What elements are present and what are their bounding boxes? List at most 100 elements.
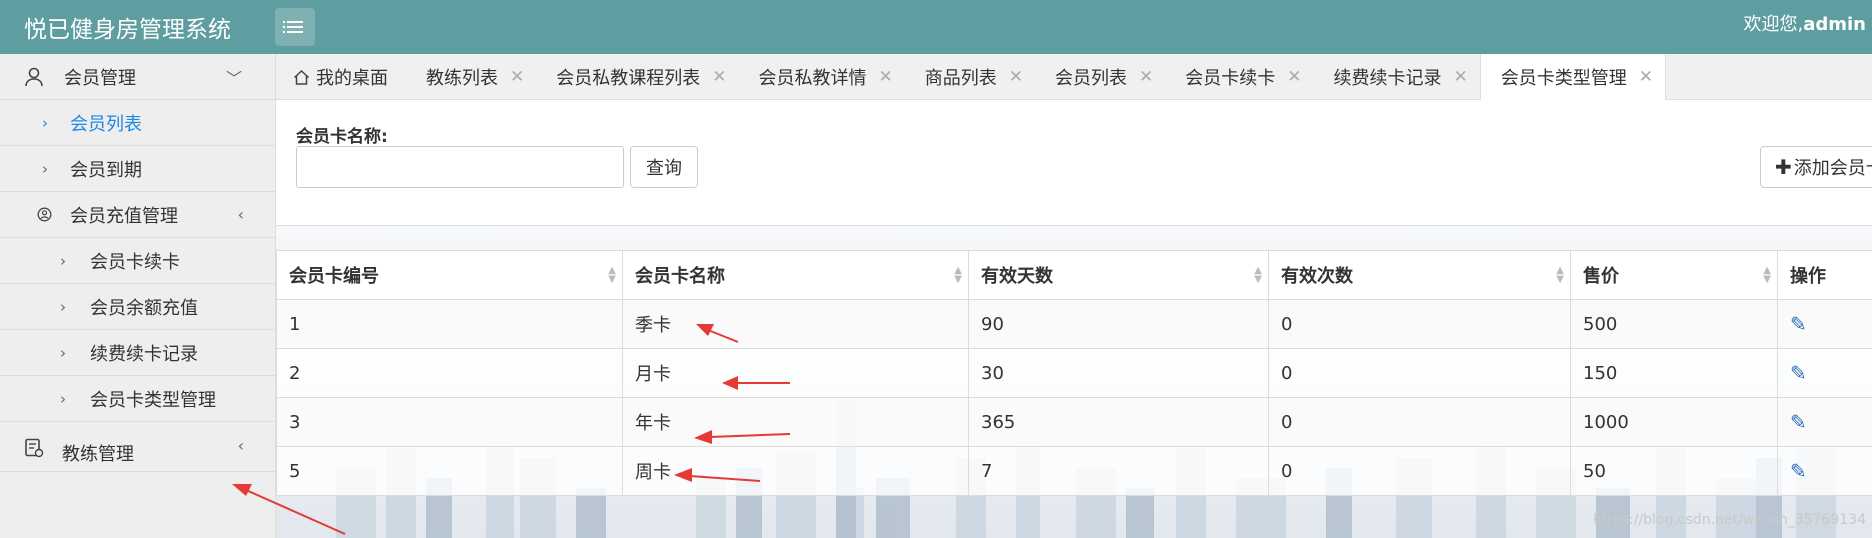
tab-label: 会员私教课程列表 xyxy=(556,68,701,89)
close-icon[interactable]: ✕ xyxy=(1454,67,1468,87)
table-cell-actions: ✎ xyxy=(1777,397,1872,447)
sidebar-item-member-list[interactable]: › 会员列表 xyxy=(0,100,275,146)
column-header-label: 操作 xyxy=(1790,266,1826,287)
sort-icon: ▲ ▼ xyxy=(608,265,616,285)
sidebar-item-recharge-mgmt[interactable]: 会员充值管理 ‹ xyxy=(0,192,275,238)
current-user[interactable]: admin xyxy=(1803,14,1866,35)
chevron-left-icon: ‹ xyxy=(237,205,244,224)
chevron-right-icon: › xyxy=(60,297,66,316)
close-icon[interactable]: ✕ xyxy=(1139,67,1153,87)
sidebar-item-label: 会员列表 xyxy=(70,113,142,135)
column-header[interactable]: 会员卡名称 ▲ ▼ xyxy=(622,250,969,300)
add-card-button[interactable]: ✚添加会员卡 xyxy=(1760,146,1872,188)
close-icon[interactable]: ✕ xyxy=(510,67,524,87)
sidebar-item-label: 会员卡类型管理 xyxy=(90,389,216,411)
tab-renew-card[interactable]: 会员卡续卡 ✕ xyxy=(1165,54,1313,100)
sort-icon: ▲ ▼ xyxy=(954,265,962,285)
table-row: 2 月卡 30 0 150 ✎ xyxy=(276,348,1872,398)
sidebar-item-label: 会员管理 xyxy=(64,67,136,89)
column-header[interactable]: 售价 ▲ ▼ xyxy=(1570,250,1778,300)
chevron-right-icon: › xyxy=(42,113,48,132)
table-cell: 30 xyxy=(968,348,1269,398)
card-name-label: 会员卡名称: xyxy=(296,127,388,147)
table-cell-actions: ✎ xyxy=(1777,446,1872,496)
tab-private-detail[interactable]: 会员私教详情 ✕ xyxy=(739,54,905,100)
table-row: 3 年卡 365 0 1000 ✎ xyxy=(276,397,1872,447)
tab-label: 我的桌面 xyxy=(316,68,388,89)
edit-icon[interactable]: ✎ xyxy=(1790,459,1807,483)
chevron-down-icon: ﹀ xyxy=(225,68,242,88)
close-icon[interactable]: ✕ xyxy=(712,67,726,87)
tab-card-type-mgmt[interactable]: 会员卡类型管理 ✕ xyxy=(1479,54,1666,100)
tab-renew-records[interactable]: 续费续卡记录 ✕ xyxy=(1314,54,1480,100)
sidebar-item-label: 会员卡续卡 xyxy=(90,251,180,273)
table-header-row: 会员卡编号 ▲ ▼ 会员卡名称 ▲ ▼ 有效天数 ▲ ▼ 有效次数 ▲ ▼ 售价 ▲ ▼ 操作 xyxy=(276,250,1872,300)
top-header: 悦已健身房管理系统 欢迎您,admin xyxy=(0,0,1872,54)
table-cell: 50 xyxy=(1570,446,1778,496)
column-header-label: 有效次数 xyxy=(1281,266,1353,287)
tab-coach-list[interactable]: 教练列表 ✕ xyxy=(416,54,536,100)
sort-icon: ▲ ▼ xyxy=(1254,265,1262,285)
table-cell: 500 xyxy=(1570,299,1778,349)
add-card-label: 添加会员卡 xyxy=(1793,158,1872,179)
tab-label: 会员私教详情 xyxy=(758,68,867,89)
tab-label: 教练列表 xyxy=(426,68,498,89)
close-icon[interactable]: ✕ xyxy=(1639,67,1653,87)
close-icon[interactable]: ✕ xyxy=(1287,67,1301,87)
search-panel: 会员卡名称: 查询 ✚添加会员卡 xyxy=(276,100,1872,226)
sidebar-item-member-expire[interactable]: › 会员到期 xyxy=(0,146,275,192)
home-icon xyxy=(293,69,310,85)
sidebar-item-label: 会员余额充值 xyxy=(90,297,198,319)
recharge-icon xyxy=(37,207,52,222)
column-header-label: 售价 xyxy=(1583,266,1619,287)
table-cell: 0 xyxy=(1268,397,1571,447)
table-cell: 2 xyxy=(276,348,623,398)
column-header[interactable]: 有效次数 ▲ ▼ xyxy=(1268,250,1571,300)
tab-home[interactable]: 我的桌面 xyxy=(276,54,416,100)
sort-icon: ▲ ▼ xyxy=(1763,265,1771,285)
table-cell: 90 xyxy=(968,299,1269,349)
table-cell: 1000 xyxy=(1570,397,1778,447)
sort-icon: ▲ ▼ xyxy=(1556,265,1564,285)
tab-label: 续费续卡记录 xyxy=(1333,68,1442,89)
column-header[interactable]: 会员卡编号 ▲ ▼ xyxy=(276,250,623,300)
sidebar-item-card-type-mgmt[interactable]: › 会员卡类型管理 xyxy=(0,376,275,422)
table-cell: 0 xyxy=(1268,299,1571,349)
tab-private-course-list[interactable]: 会员私教课程列表 ✕ xyxy=(536,54,738,100)
table-cell: 3 xyxy=(276,397,623,447)
table-cell: 365 xyxy=(968,397,1269,447)
sidebar-item-renew-card[interactable]: › 会员卡续卡 xyxy=(0,238,275,284)
query-button[interactable]: 查询 xyxy=(630,146,698,188)
table-cell: 周卡 xyxy=(622,446,969,496)
sidebar-item-label: 会员充值管理 xyxy=(70,205,178,227)
tab-product-list[interactable]: 商品列表 ✕ xyxy=(905,54,1035,100)
edit-icon[interactable]: ✎ xyxy=(1790,410,1807,434)
sidebar-item-balance-recharge[interactable]: › 会员余额充值 xyxy=(0,284,275,330)
column-header[interactable]: 有效天数 ▲ ▼ xyxy=(968,250,1269,300)
chevron-left-icon: ‹ xyxy=(237,436,244,455)
plus-icon: ✚ xyxy=(1775,155,1792,179)
sidebar-item-member-mgmt[interactable]: 会员管理 ﹀ xyxy=(0,54,275,100)
edit-icon[interactable]: ✎ xyxy=(1790,361,1807,385)
chevron-right-icon: › xyxy=(60,343,66,362)
tab-member-list[interactable]: 会员列表 ✕ xyxy=(1035,54,1165,100)
close-icon[interactable]: ✕ xyxy=(1009,67,1023,87)
card-type-table: 会员卡编号 ▲ ▼ 会员卡名称 ▲ ▼ 有效天数 ▲ ▼ 有效次数 ▲ ▼ 售价 ▲ ▼ 操作 1 … xyxy=(276,250,1872,496)
sidebar: 会员管理 ﹀ › 会员列表 › 会员到期 会员充值管理 ‹ › 会员卡续卡 › … xyxy=(0,54,276,538)
edit-icon[interactable]: ✎ xyxy=(1790,312,1807,336)
chevron-right-icon: › xyxy=(42,159,48,178)
card-name-input[interactable] xyxy=(296,146,624,188)
tab-label: 会员卡续卡 xyxy=(1185,68,1276,89)
menu-icon[interactable] xyxy=(275,8,315,46)
column-header-label: 有效天数 xyxy=(981,266,1053,287)
chevron-right-icon: › xyxy=(60,251,66,270)
sidebar-item-renew-records[interactable]: › 续费续卡记录 xyxy=(0,330,275,376)
tab-label: 商品列表 xyxy=(924,68,997,89)
table-cell: 0 xyxy=(1268,348,1571,398)
table-cell: 5 xyxy=(276,446,623,496)
sidebar-item-coach-mgmt[interactable]: 教练管理 ‹ xyxy=(0,422,275,472)
close-icon[interactable]: ✕ xyxy=(879,67,893,87)
column-header: 操作 xyxy=(1777,250,1872,300)
table-row: 5 周卡 7 0 50 ✎ xyxy=(276,446,1872,496)
table-cell: 年卡 xyxy=(622,397,969,447)
